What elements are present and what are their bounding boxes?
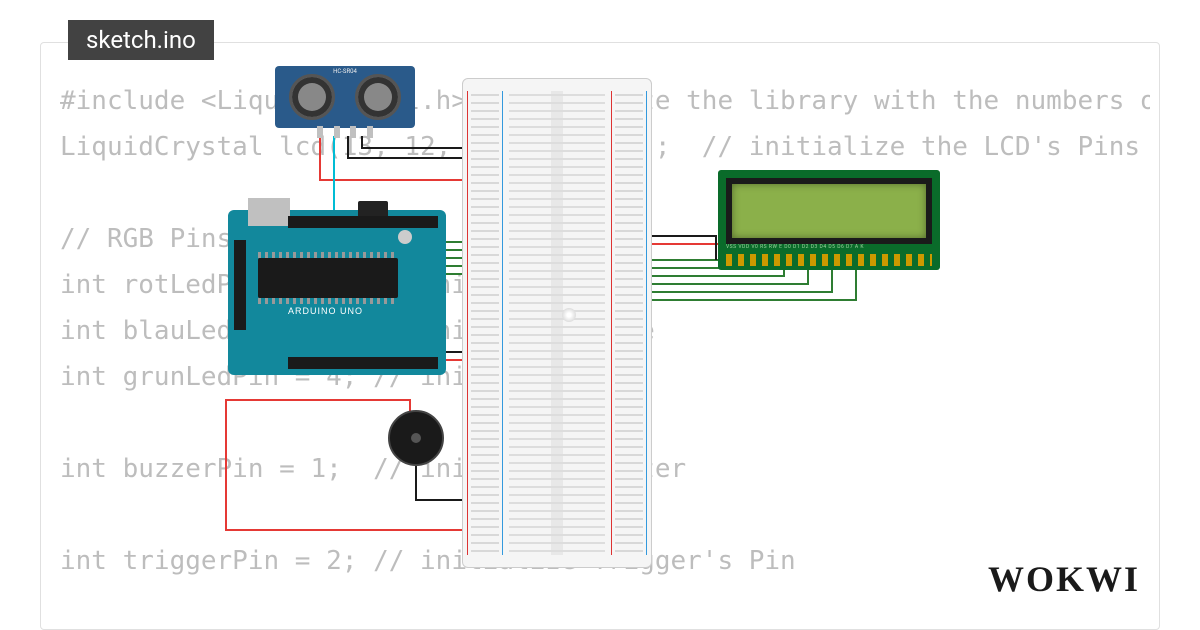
brand-label: WOKWI <box>988 559 1140 599</box>
wokwi-logo[interactable]: WOKWI <box>988 558 1140 600</box>
ultrasonic-sensor[interactable]: HC-SR04 <box>275 66 415 128</box>
lcd-pinstrip <box>726 254 932 266</box>
ultrasonic-pins <box>317 126 373 138</box>
reset-button-icon <box>398 230 412 244</box>
icsp-header <box>234 240 246 330</box>
arduino-board-label: ARDUINO UNO <box>288 306 363 316</box>
breadboard[interactable] <box>462 78 652 568</box>
power-rail-left <box>471 91 499 555</box>
lcd-screen <box>726 178 932 244</box>
filename-label: sketch.ino <box>86 26 196 54</box>
ultrasonic-tx-icon <box>289 74 335 120</box>
power-rail-right <box>615 91 643 555</box>
circuit-diagram[interactable]: HC-SR04 ARDUINO UNO VSS VDD V0 RS RW E D… <box>130 60 1030 580</box>
power-analog-header <box>288 357 438 369</box>
arduino-board[interactable]: ARDUINO UNO <box>228 210 446 375</box>
buzzer[interactable] <box>388 410 444 466</box>
lcd-display[interactable]: VSS VDD V0 RS RW E D0 D1 D2 D3 D4 D5 D6 … <box>718 170 940 270</box>
usb-port-icon <box>248 198 290 226</box>
filename-tab[interactable]: sketch.ino <box>68 20 214 60</box>
rgb-led[interactable] <box>562 308 576 322</box>
ultrasonic-model-label: HC-SR04 <box>333 68 357 75</box>
breadboard-grid <box>509 91 605 555</box>
digital-header <box>288 216 438 228</box>
ultrasonic-rx-icon <box>355 74 401 120</box>
lcd-pin-labels: VSS VDD V0 RS RW E D0 D1 D2 D3 D4 D5 D6 … <box>726 244 932 250</box>
mcu-chip-icon <box>258 258 398 298</box>
